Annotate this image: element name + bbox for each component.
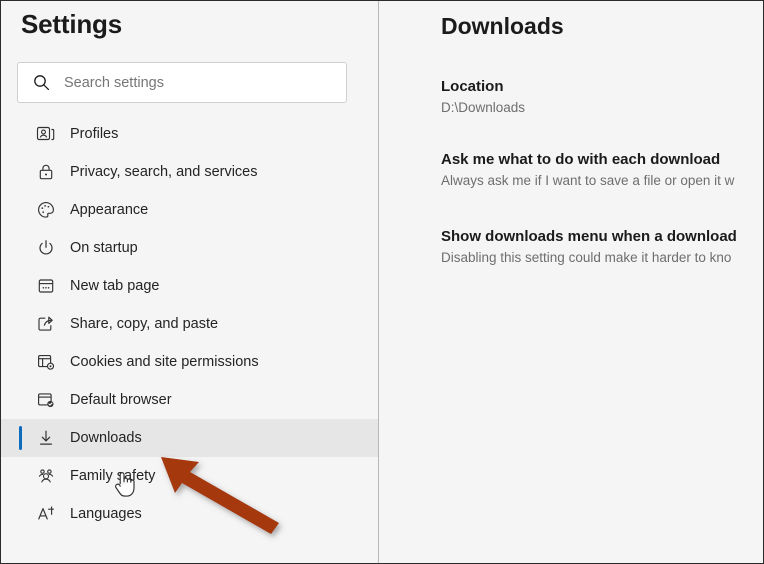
setting-description: Disabling this setting could make it har… bbox=[441, 250, 732, 265]
sidebar-item-label: Cookies and site permissions bbox=[70, 354, 259, 370]
setting-row-ask-each-download[interactable]: Ask me what to do with each download Alw… bbox=[441, 151, 763, 188]
setting-description: Always ask me if I want to save a file o… bbox=[441, 173, 735, 188]
sidebar-item-profiles[interactable]: Profiles bbox=[1, 115, 378, 153]
sidebar-item-label: Downloads bbox=[70, 430, 142, 446]
sidebar-item-new-tab-page[interactable]: New tab page bbox=[1, 267, 378, 305]
profiles-icon bbox=[35, 123, 57, 145]
setting-heading: Location bbox=[441, 78, 504, 95]
sidebar-item-languages[interactable]: Languages bbox=[1, 495, 378, 533]
sidebar-item-default-browser[interactable]: Default browser bbox=[1, 381, 378, 419]
lock-icon bbox=[35, 161, 57, 183]
selection-accent-bar bbox=[19, 426, 22, 450]
setting-heading: Show downloads menu when a download bbox=[441, 228, 737, 245]
page-title: Settings bbox=[21, 9, 122, 39]
setting-heading: Ask me what to do with each download bbox=[441, 151, 721, 168]
sidebar-item-label: Profiles bbox=[70, 126, 119, 142]
setting-value: D:\Downloads bbox=[441, 100, 526, 115]
content-title: Downloads bbox=[441, 13, 564, 39]
sidebar-item-label: Privacy, search, and services bbox=[70, 164, 258, 180]
sidebar-item-privacy-search-services[interactable]: Privacy, search, and services bbox=[1, 153, 378, 191]
download-icon bbox=[35, 427, 57, 449]
sidebar-item-label: Appearance bbox=[70, 202, 149, 218]
setting-row-show-downloads-menu[interactable]: Show downloads menu when a download Disa… bbox=[441, 228, 763, 265]
palette-icon bbox=[35, 199, 57, 221]
sidebar-item-downloads[interactable]: Downloads bbox=[1, 419, 378, 457]
search-icon bbox=[32, 74, 50, 92]
sidebar-item-cookies-site-permissions[interactable]: Cookies and site permissions bbox=[1, 343, 378, 381]
sidebar-nav-list: Profiles Privacy, search, and services A… bbox=[1, 115, 378, 533]
sidebar-item-family-safety[interactable]: Family safety bbox=[1, 457, 378, 495]
sidebar-item-share-copy-paste[interactable]: Share, copy, and paste bbox=[1, 305, 378, 343]
new-tab-icon bbox=[35, 275, 57, 297]
sidebar-item-appearance[interactable]: Appearance bbox=[1, 191, 378, 229]
cookies-icon bbox=[35, 351, 57, 373]
sidebar-item-label: Languages bbox=[70, 506, 142, 522]
share-icon bbox=[35, 313, 57, 335]
sidebar-item-on-startup[interactable]: On startup bbox=[1, 229, 378, 267]
sidebar-item-label: Default browser bbox=[70, 392, 172, 408]
sidebar-item-label: Family safety bbox=[70, 468, 156, 484]
search-box[interactable] bbox=[17, 62, 347, 103]
languages-icon bbox=[35, 503, 57, 525]
downloads-settings-pane: Downloads Location D:\Downloads Ask me w… bbox=[379, 1, 763, 563]
setting-row-location: Location D:\Downloads bbox=[441, 78, 763, 115]
default-browser-icon bbox=[35, 389, 57, 411]
settings-sidebar: Settings Search settings Profiles Privac… bbox=[1, 1, 378, 563]
search-input[interactable] bbox=[64, 74, 314, 91]
sidebar-item-label: On startup bbox=[70, 240, 138, 256]
power-icon bbox=[35, 237, 57, 259]
family-icon bbox=[35, 465, 57, 487]
sidebar-item-label: Share, copy, and paste bbox=[70, 316, 219, 332]
sidebar-item-label: New tab page bbox=[70, 278, 160, 294]
settings-window: Settings Search settings Profiles Privac… bbox=[0, 0, 764, 564]
